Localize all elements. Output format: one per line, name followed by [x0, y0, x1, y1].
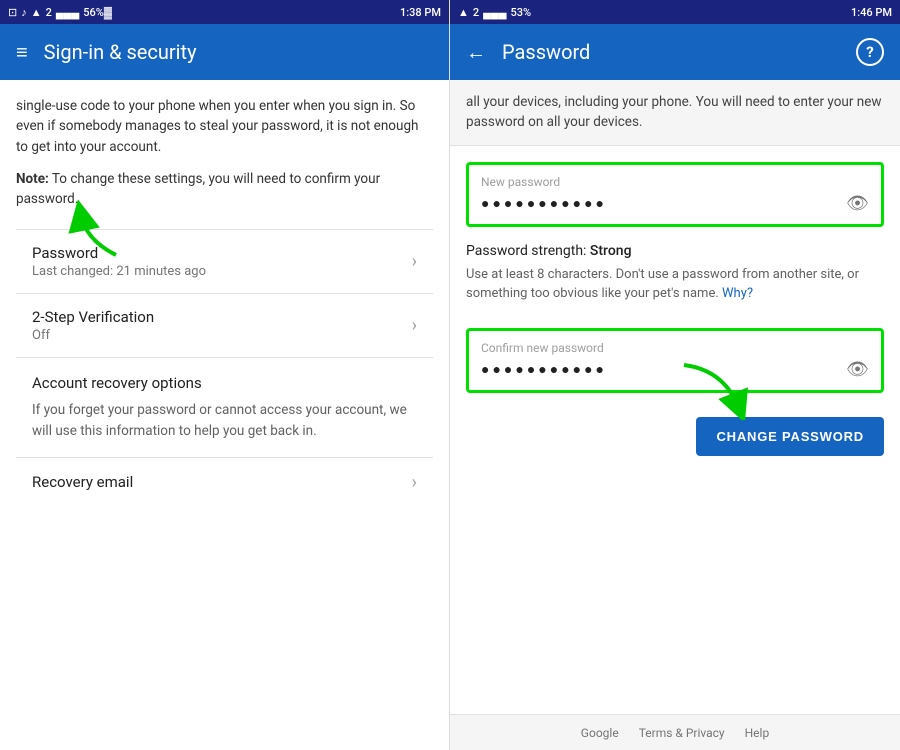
time-right: 1:46 PM — [851, 6, 892, 19]
strength-hint-text: Use at least 8 characters. Don't use a p… — [466, 267, 859, 302]
confirm-password-eye-icon[interactable]: 👁 — [846, 359, 869, 380]
password-item-info: Password Last changed: 21 minutes ago — [32, 244, 206, 279]
network-badge-right: 2 — [473, 6, 479, 19]
content-left: single-use code to your phone when you e… — [0, 80, 449, 750]
menu-icon[interactable]: ≡ — [16, 40, 28, 65]
header-left: ≡ Sign-in & security — [0, 24, 449, 80]
help-icon[interactable]: ? — [856, 38, 884, 66]
password-chevron: › — [412, 251, 417, 272]
two-step-item-title: 2-Step Verification — [32, 308, 154, 326]
note-bold: Note: — [16, 171, 49, 187]
battery-icon: 56%▓ — [83, 6, 112, 19]
two-step-item-info: 2-Step Verification Off — [32, 308, 154, 343]
status-left-icons: ⊡ ♪ ▲ 2 ▄▄▄ 56%▓ — [8, 6, 112, 19]
header-right: ← Password ? — [450, 24, 900, 80]
sim-icon: ⊡ — [8, 6, 17, 19]
password-item-title: Password — [32, 244, 206, 262]
change-password-button[interactable]: CHANGE PASSWORD — [696, 417, 884, 456]
recovery-section: Account recovery options If you forget y… — [16, 358, 433, 457]
note-body: To change these settings, you will need … — [16, 171, 380, 207]
recovery-heading: Account recovery options — [16, 358, 433, 396]
network-badge: 2 — [46, 6, 52, 19]
recovery-email-item[interactable]: Recovery email › — [16, 458, 433, 507]
info-box: all your devices, including your phone. … — [450, 80, 900, 146]
strength-label: Password strength: — [466, 243, 586, 259]
status-time-right: 1:46 PM — [851, 6, 892, 19]
recovery-email-title: Recovery email — [32, 473, 133, 491]
password-item-subtitle: Last changed: 21 minutes ago — [32, 264, 206, 279]
time-left: 1:38 PM — [400, 6, 441, 19]
recovery-text: If you forget your password or cannot ac… — [16, 396, 433, 457]
strength-value: Strong — [590, 243, 632, 259]
confirm-password-dots: ●●●●●●●●●●● — [481, 361, 607, 378]
left-panel: ⊡ ♪ ▲ 2 ▄▄▄ 56%▓ 1:38 PM ≡ Sign-in & sec… — [0, 0, 450, 750]
strength-hint: Use at least 8 characters. Don't use a p… — [466, 265, 884, 304]
confirm-password-row: ●●●●●●●●●●● 👁 — [481, 359, 869, 380]
password-list-item[interactable]: Password Last changed: 21 minutes ago › — [16, 230, 433, 293]
strength-section: Password strength: Strong Use at least 8… — [466, 243, 884, 312]
content-right: New password ●●●●●●●●●●● 👁 Password stre… — [450, 146, 900, 715]
footer-google-link[interactable]: Google — [581, 726, 619, 740]
footer: Google Terms & Privacy Help — [450, 714, 900, 750]
signal-icon-right: ▄▄▄ — [483, 6, 506, 19]
confirm-password-field[interactable]: Confirm new password ●●●●●●●●●●● 👁 — [466, 328, 884, 393]
header-title-left: Sign-in & security — [44, 40, 197, 64]
recovery-email-chevron: › — [412, 472, 417, 493]
new-password-dots: ●●●●●●●●●●● — [481, 195, 607, 212]
note-text: Note: To change these settings, you will… — [16, 169, 433, 210]
change-btn-container: CHANGE PASSWORD — [466, 409, 884, 468]
status-right-left-icons: ▲ 2 ▄▄▄ 53% — [458, 6, 531, 19]
footer-help-link[interactable]: Help — [745, 726, 770, 740]
two-step-item-subtitle: Off — [32, 328, 154, 343]
intro-text: single-use code to your phone when you e… — [16, 96, 433, 157]
password-item-wrapper: Password Last changed: 21 minutes ago › — [16, 230, 433, 293]
header-right-left: ← Password — [466, 40, 590, 65]
status-bar-right: ▲ 2 ▄▄▄ 53% 1:46 PM — [450, 0, 900, 24]
header-title-right: Password — [502, 40, 590, 64]
back-icon[interactable]: ← — [466, 40, 486, 65]
new-password-row: ●●●●●●●●●●● 👁 — [481, 193, 869, 214]
why-link[interactable]: Why? — [722, 286, 753, 301]
new-password-field[interactable]: New password ●●●●●●●●●●● 👁 — [466, 162, 884, 227]
recovery-email-info: Recovery email — [32, 473, 133, 491]
wifi-icon-right: ▲ — [458, 6, 469, 19]
status-time-left: 1:38 PM — [400, 6, 441, 19]
volume-icon: ♪ — [21, 6, 27, 19]
new-password-eye-icon[interactable]: 👁 — [846, 193, 869, 214]
footer-terms-link[interactable]: Terms & Privacy — [639, 726, 725, 740]
right-panel: ▲ 2 ▄▄▄ 53% 1:46 PM ← Password ? all you… — [450, 0, 900, 750]
two-step-list-item[interactable]: 2-Step Verification Off › — [16, 294, 433, 357]
confirm-password-label: Confirm new password — [481, 341, 869, 355]
wifi-icon: ▲ — [31, 6, 42, 19]
two-step-chevron: › — [412, 315, 417, 336]
new-password-label: New password — [481, 175, 869, 189]
status-bar-left: ⊡ ♪ ▲ 2 ▄▄▄ 56%▓ 1:38 PM — [0, 0, 449, 24]
strength-line: Password strength: Strong — [466, 243, 884, 259]
signal-icon: ▄▄▄ — [56, 6, 79, 19]
battery-right: 53% — [511, 6, 532, 19]
